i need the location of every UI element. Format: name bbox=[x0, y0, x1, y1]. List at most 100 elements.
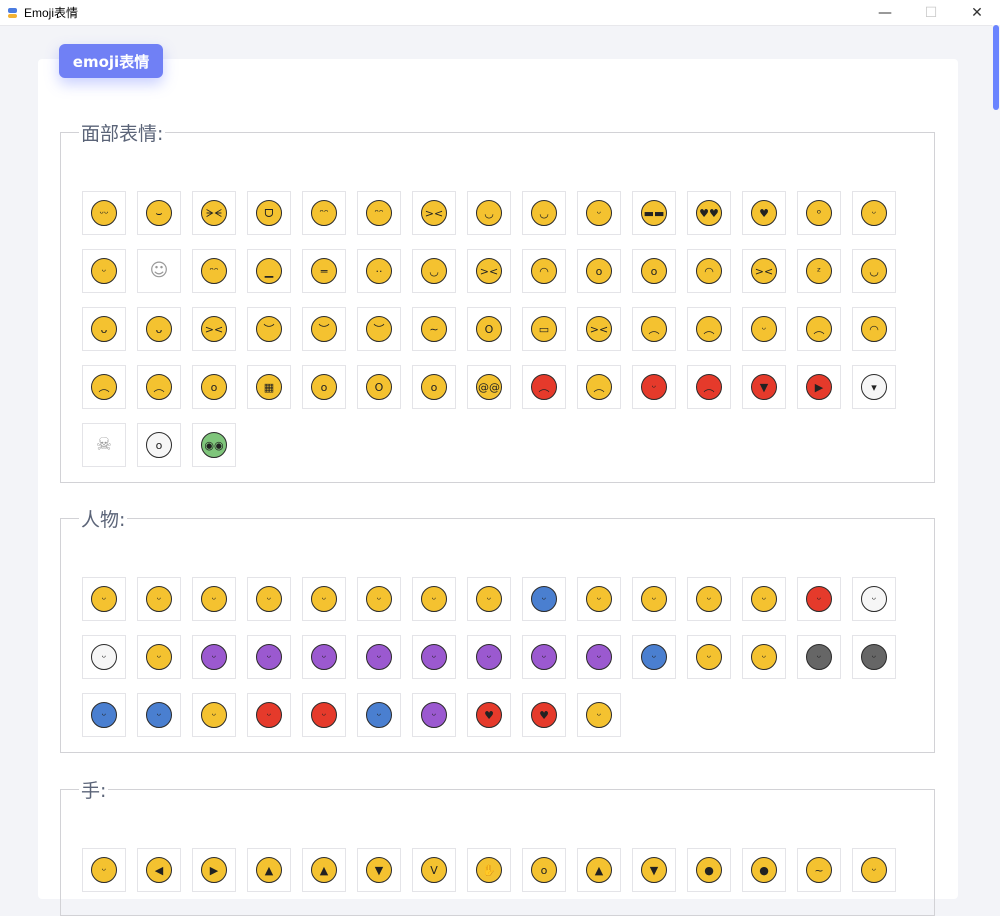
emoji-tired-button[interactable]: >< bbox=[742, 249, 786, 293]
emoji-smile-button[interactable]: ᵔᵔ bbox=[302, 191, 346, 235]
emoji-cry-button[interactable]: ︵ bbox=[797, 307, 841, 351]
emoji-pointing-right-button[interactable]: ▶ bbox=[192, 848, 236, 892]
emoji-bride-with-veil-button[interactable]: ᵕ bbox=[82, 635, 126, 679]
emoji-joy-button[interactable]: ᗒᗕ bbox=[192, 191, 236, 235]
emoji-older-man-button[interactable]: ᵕ bbox=[302, 577, 346, 621]
emoji-thumbs-up-button[interactable]: ▲ bbox=[577, 848, 621, 892]
emoji-relieved-button[interactable]: ◡ bbox=[852, 249, 896, 293]
scrollbar-track[interactable] bbox=[992, 25, 1000, 891]
emoji-triumph-button[interactable]: ᵕ bbox=[742, 307, 786, 351]
emoji-person-walking-button[interactable]: ᵕ bbox=[82, 693, 126, 737]
maximize-button[interactable]: ☐ bbox=[908, 0, 954, 25]
emoji-flushed-button[interactable]: o bbox=[412, 365, 456, 409]
emoji-grin-button[interactable]: ⌣ bbox=[137, 191, 181, 235]
emoji-man-with-cap-button[interactable]: ᵕ bbox=[577, 577, 621, 621]
emoji-clapping-hands-button[interactable]: ᵕ bbox=[852, 848, 896, 892]
emoji-thumbs-down-button[interactable]: ▼ bbox=[632, 848, 676, 892]
emoji-no-mouth-button[interactable]: ·· bbox=[357, 249, 401, 293]
emoji-mask-button[interactable]: ▭ bbox=[522, 307, 566, 351]
emoji-dizzy-face-button[interactable]: @@ bbox=[467, 365, 511, 409]
emoji-sweat-button[interactable]: ︶ bbox=[302, 307, 346, 351]
emoji-bust-in-silhouette-button[interactable]: ᵕ bbox=[797, 635, 841, 679]
emoji-astonished-button[interactable]: O bbox=[467, 307, 511, 351]
emoji-raised-fist-button[interactable]: ● bbox=[687, 848, 731, 892]
emoji-unamused-button[interactable]: ︶ bbox=[247, 307, 291, 351]
close-button[interactable]: ✕ bbox=[954, 0, 1000, 25]
emoji-couple-button[interactable]: ᵕ bbox=[302, 693, 346, 737]
emoji-tongue-wink-button[interactable]: ᴗ bbox=[137, 307, 181, 351]
emoji-girl-button[interactable]: ᵕ bbox=[137, 577, 181, 621]
emoji-tongue-closed-eyes-button[interactable]: >< bbox=[192, 307, 236, 351]
emoji-victory-hand-button[interactable]: V bbox=[412, 848, 456, 892]
emoji-relaxed-button[interactable]: ☺ bbox=[137, 249, 181, 293]
emoji-grimace-button[interactable]: ▦ bbox=[247, 365, 291, 409]
emoji-smirk-button[interactable]: ◡ bbox=[412, 249, 456, 293]
emoji-yum-button[interactable]: ᵕ bbox=[577, 191, 621, 235]
emoji-family-button[interactable]: ᵕ bbox=[577, 693, 621, 737]
emoji-wink-button[interactable]: ◡ bbox=[467, 191, 511, 235]
emoji-person-bowing-button[interactable]: ᵕ bbox=[357, 635, 401, 679]
emoji-person-blond-button[interactable]: ᵕ bbox=[467, 577, 511, 621]
emoji-construction-worker-button[interactable]: ᵕ bbox=[687, 577, 731, 621]
emoji-police-officer-button[interactable]: ᵕ bbox=[522, 577, 566, 621]
emoji-sob-button[interactable]: ◠ bbox=[852, 307, 896, 351]
emoji-scream-button[interactable]: O bbox=[357, 365, 401, 409]
emoji-heart-eyes-button[interactable]: ♥♥ bbox=[687, 191, 731, 235]
emoji-two-women-button[interactable]: ᵕ bbox=[412, 693, 456, 737]
emoji-imp-button[interactable]: ︵ bbox=[687, 365, 731, 409]
emoji-pointing-left-button[interactable]: ◀ bbox=[137, 848, 181, 892]
emoji-kiss-button[interactable]: ♥ bbox=[522, 693, 566, 737]
emoji-raised-hand-button[interactable]: ✋ bbox=[467, 848, 511, 892]
emoji-confounded-button[interactable]: >< bbox=[577, 307, 621, 351]
emoji-flexed-biceps-button[interactable]: ᵕ bbox=[82, 848, 126, 892]
emoji-disappointed-button[interactable]: ︵ bbox=[632, 307, 676, 351]
emoji-folded-hands-button[interactable]: ᵕ bbox=[742, 635, 786, 679]
emoji-open-mouth-button[interactable]: o bbox=[577, 249, 621, 293]
emoji-innocent-button[interactable]: ᵔᵔ bbox=[192, 249, 236, 293]
emoji-smiley-button[interactable]: ᗜ bbox=[247, 191, 291, 235]
emoji-oncoming-fist-button[interactable]: ● bbox=[742, 848, 786, 892]
emoji-ok-hand-button[interactable]: o bbox=[522, 848, 566, 892]
emoji-tongue-out-button[interactable]: ᴗ bbox=[82, 307, 126, 351]
emoji-person-running-button[interactable]: ᵕ bbox=[137, 693, 181, 737]
emoji-japanese-goblin-button[interactable]: ▶ bbox=[797, 365, 841, 409]
emoji-man-with-turban-button[interactable]: ᵕ bbox=[632, 577, 676, 621]
emoji-kissing-closed-eyes-button[interactable]: ᵕ bbox=[82, 249, 126, 293]
emoji-kissing-heart-button[interactable]: ♥ bbox=[742, 191, 786, 235]
emoji-japanese-ogre-button[interactable]: ▼ bbox=[742, 365, 786, 409]
emoji-pointing-up-button[interactable]: ▲ bbox=[247, 848, 291, 892]
emoji-ghost-button[interactable]: o bbox=[137, 423, 181, 467]
emoji-neutral-button[interactable]: ▁ bbox=[247, 249, 291, 293]
emoji-hushed-button[interactable]: o bbox=[632, 249, 676, 293]
emoji-woman-button[interactable]: ᵕ bbox=[247, 577, 291, 621]
emoji-pointing-down-button[interactable]: ▼ bbox=[357, 848, 401, 892]
emoji-two-men-button[interactable]: ᵕ bbox=[357, 693, 401, 737]
emoji-santa-button[interactable]: ᵕ bbox=[852, 577, 896, 621]
emoji-sleepy-button[interactable]: ◠ bbox=[687, 249, 731, 293]
minimize-button[interactable]: — bbox=[862, 0, 908, 25]
emoji-disappointed-relieved-button[interactable]: ◠ bbox=[522, 249, 566, 293]
emoji-person-tipping-hand-button[interactable]: ᵕ bbox=[247, 635, 291, 679]
emoji-angry-button[interactable]: ︵ bbox=[577, 365, 621, 409]
emoji-busts-in-silhouette-button[interactable]: ᵕ bbox=[852, 635, 896, 679]
emoji-kissing-button[interactable]: ᵒ bbox=[797, 191, 841, 235]
emoji-persevere-button[interactable]: >< bbox=[467, 249, 511, 293]
emoji-smiling-imp-button[interactable]: ᵕ bbox=[632, 365, 676, 409]
emoji-sleeping-button[interactable]: ᶻ bbox=[797, 249, 841, 293]
emoji-angel-button[interactable]: ᵕ bbox=[137, 635, 181, 679]
emoji-boy-button[interactable]: ᵕ bbox=[82, 577, 126, 621]
emoji-waving-hand-button[interactable]: ~ bbox=[797, 848, 841, 892]
emoji-anguished-button[interactable]: ︵ bbox=[137, 365, 181, 409]
emoji-skull-button[interactable]: ▾ bbox=[852, 365, 896, 409]
emoji-grimacing-button[interactable]: ᵕᵕ bbox=[82, 191, 126, 235]
emoji-frowning-button[interactable]: ︵ bbox=[82, 365, 126, 409]
emoji-man-button[interactable]: ᵕ bbox=[192, 577, 236, 621]
emoji-blush-button[interactable]: ◡ bbox=[522, 191, 566, 235]
emoji-skull-crossbones-button[interactable]: ☠ bbox=[82, 423, 126, 467]
emoji-couple-with-heart-button[interactable]: ♥ bbox=[467, 693, 511, 737]
emoji-person-raising-hand-button[interactable]: ᵕ bbox=[577, 635, 621, 679]
emoji-worried-button[interactable]: ︵ bbox=[687, 307, 731, 351]
emoji-confused-button[interactable]: ∼ bbox=[412, 307, 456, 351]
emoji-rage-button[interactable]: ︵ bbox=[522, 365, 566, 409]
emoji-sunglasses-button[interactable]: ▬▬ bbox=[632, 191, 676, 235]
